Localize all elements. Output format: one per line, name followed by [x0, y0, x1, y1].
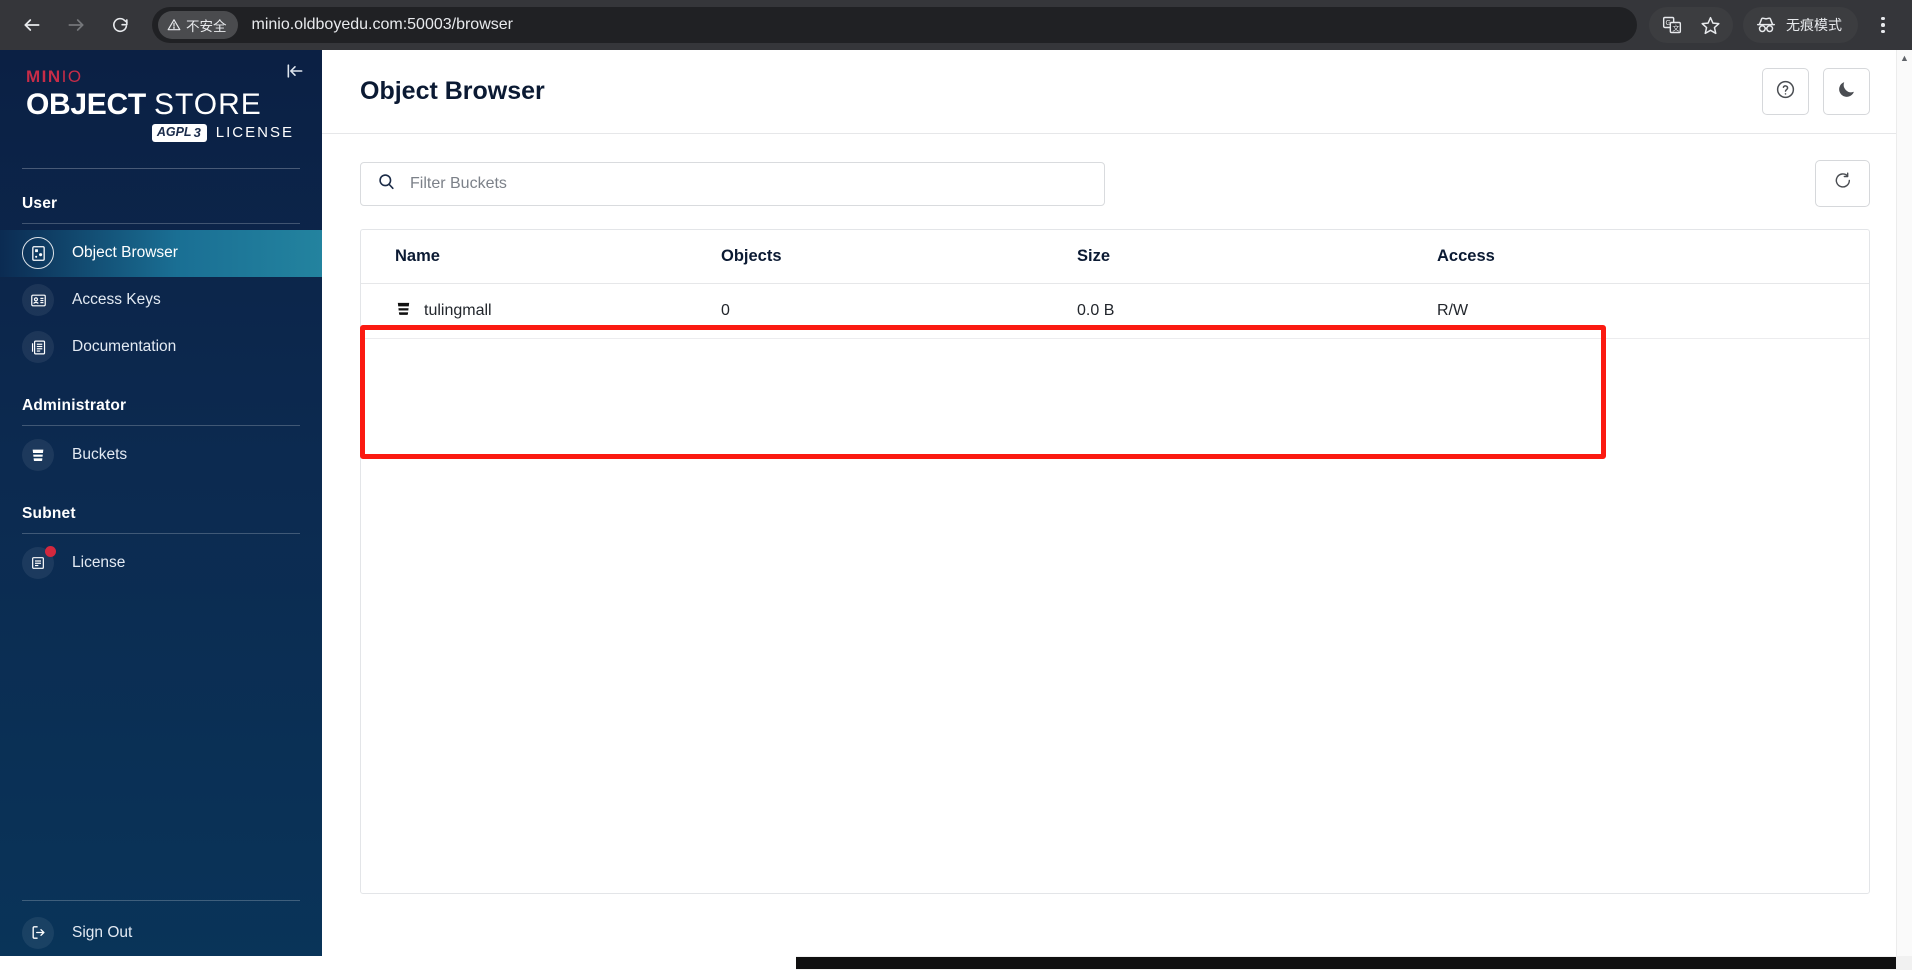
horizontal-scroll-thumb[interactable] — [796, 957, 1896, 969]
sidebar-section-user-rule — [22, 222, 300, 224]
agpl-version: 3 — [193, 124, 201, 140]
svg-text:文: 文 — [1672, 23, 1679, 32]
app-shell: MINIO OBJECT STORE AGPL 3 LICENSE User Ob… — [0, 50, 1912, 970]
content-area: Name Objects Size Access — [322, 134, 1912, 970]
cell-size: 0.0 B — [1077, 283, 1437, 339]
cell-bucket-name: tulingmall — [361, 283, 721, 339]
sidebar: MINIO OBJECT STORE AGPL 3 LICENSE User Ob… — [0, 50, 322, 970]
license-row: AGPL 3 LICENSE — [26, 123, 296, 142]
license-icon — [22, 546, 56, 580]
warning-triangle-icon — [167, 19, 181, 31]
main-content: Object Browser Filter Buckets Name Objec… — [322, 50, 1912, 970]
filter-row — [360, 160, 1870, 207]
minio-brand-suffix: IO — [61, 67, 83, 86]
sidebar-item-label: Sign Out — [72, 923, 133, 941]
product-name-light: STORE — [153, 88, 262, 121]
minio-logo: MINIO OBJECT STORE AGPL 3 LICENSE — [0, 50, 322, 154]
incognito-label: 无痕模式 — [1786, 17, 1842, 33]
filter-buckets-search[interactable] — [360, 161, 1105, 206]
vertical-scroll-track[interactable] — [1897, 66, 1912, 954]
buckets-table-panel: Name Objects Size Access tulingmall 0 0.… — [360, 229, 1870, 894]
sidebar-item-label: Access Keys — [72, 291, 161, 309]
vertical-scrollbar[interactable]: ▲ ▼ — [1896, 50, 1912, 970]
sidebar-item-object-browser[interactable]: Object Browser — [0, 229, 322, 277]
documentation-icon — [22, 331, 54, 364]
table-body: tulingmall 0 0.0 B R/W — [361, 283, 1869, 339]
sidebar-item-documentation[interactable]: Documentation — [0, 324, 322, 371]
column-header-name[interactable]: Name — [361, 230, 721, 284]
sidebar-item-access-keys[interactable]: Access Keys — [0, 277, 322, 324]
agpl-badge: AGPL 3 — [151, 123, 207, 142]
omnibox-action-pill: G文 — [1649, 7, 1733, 43]
sign-out-icon — [22, 916, 54, 949]
object-browser-icon — [22, 237, 54, 270]
license-word: LICENSE — [215, 124, 294, 142]
sidebar-section-subnet-rule — [22, 532, 300, 534]
dark-mode-button[interactable] — [1823, 68, 1870, 115]
horizontal-scroll-track[interactable] — [0, 956, 796, 970]
search-input[interactable] — [410, 174, 1088, 193]
security-badge-label: 不安全 — [186, 19, 227, 34]
address-bar[interactable]: 不安全 minio.oldboyedu.com:50003/browser — [152, 7, 1637, 43]
sidebar-section-administrator-rule — [22, 424, 300, 426]
sidebar-item-label: Buckets — [72, 446, 128, 464]
product-name-bold: OBJECT — [26, 88, 146, 121]
page-header: Object Browser — [322, 50, 1912, 134]
site-security-badge[interactable]: 不安全 — [158, 11, 238, 39]
help-button[interactable] — [1762, 68, 1809, 115]
column-header-size[interactable]: Size — [1077, 230, 1437, 284]
bucket-icon — [22, 439, 54, 472]
table-head: Name Objects Size Access — [361, 230, 1869, 284]
column-header-objects[interactable]: Objects — [721, 230, 1077, 284]
sidebar-bottom-rule — [22, 900, 300, 901]
sidebar-item-label: License — [72, 554, 126, 572]
bucket-name-text: tulingmall — [424, 302, 492, 319]
chrome-menu-icon[interactable] — [1866, 7, 1900, 43]
help-icon — [1775, 79, 1796, 105]
cell-access: R/W — [1437, 283, 1869, 339]
table-header-row: Name Objects Size Access — [361, 230, 1869, 284]
sidebar-item-label: Object Browser — [72, 244, 178, 262]
browser-toolbar: 不安全 minio.oldboyedu.com:50003/browser G文… — [0, 0, 1912, 50]
cell-objects-count: 0 — [721, 283, 1077, 339]
minio-wordmark: MINIO — [26, 68, 296, 85]
forward-arrow-icon[interactable] — [56, 5, 96, 45]
scroll-up-arrow-icon[interactable]: ▲ — [1900, 50, 1909, 66]
table-row[interactable]: tulingmall 0 0.0 B R/W — [361, 283, 1869, 339]
minio-brand: MIN — [26, 67, 62, 86]
reload-icon[interactable] — [100, 5, 140, 45]
incognito-icon — [1757, 17, 1775, 33]
refresh-icon — [1833, 171, 1853, 196]
column-header-access[interactable]: Access — [1437, 230, 1869, 284]
bucket-name-wrapper: tulingmall — [395, 300, 721, 322]
buckets-table: Name Objects Size Access tulingmall 0 0.… — [361, 230, 1869, 339]
refresh-button[interactable] — [1815, 160, 1870, 207]
access-keys-icon — [22, 284, 54, 317]
page-title: Object Browser — [360, 77, 545, 105]
search-icon — [377, 172, 396, 196]
sidebar-section-administrator-title: Administrator — [22, 396, 127, 414]
agpl-text: AGPL — [156, 124, 192, 139]
dark-mode-moon-icon — [1836, 79, 1857, 105]
header-actions — [1762, 68, 1870, 115]
collapse-sidebar-icon[interactable] — [282, 58, 308, 84]
bucket-icon — [395, 300, 412, 322]
sidebar-item-buckets[interactable]: Buckets — [0, 432, 322, 479]
url-text: minio.oldboyedu.com:50003/browser — [251, 16, 513, 33]
back-arrow-icon[interactable] — [12, 5, 52, 45]
translate-icon[interactable]: G文 — [1655, 8, 1689, 42]
sidebar-item-label: Documentation — [72, 338, 177, 356]
sidebar-item-license[interactable]: License — [0, 540, 322, 587]
chrome-right-controls: G文 无痕模式 — [1649, 7, 1900, 43]
product-name: OBJECT STORE — [26, 89, 296, 121]
license-notification-badge — [45, 546, 56, 558]
sidebar-item-sign-out[interactable]: Sign Out — [0, 909, 322, 956]
incognito-indicator[interactable]: 无痕模式 — [1743, 7, 1858, 43]
horizontal-scrollbar[interactable] — [0, 956, 1912, 970]
bookmark-star-icon[interactable] — [1693, 8, 1727, 42]
sidebar-section-user-title: User — [22, 194, 58, 212]
sidebar-section-subnet-title: Subnet — [22, 504, 76, 522]
